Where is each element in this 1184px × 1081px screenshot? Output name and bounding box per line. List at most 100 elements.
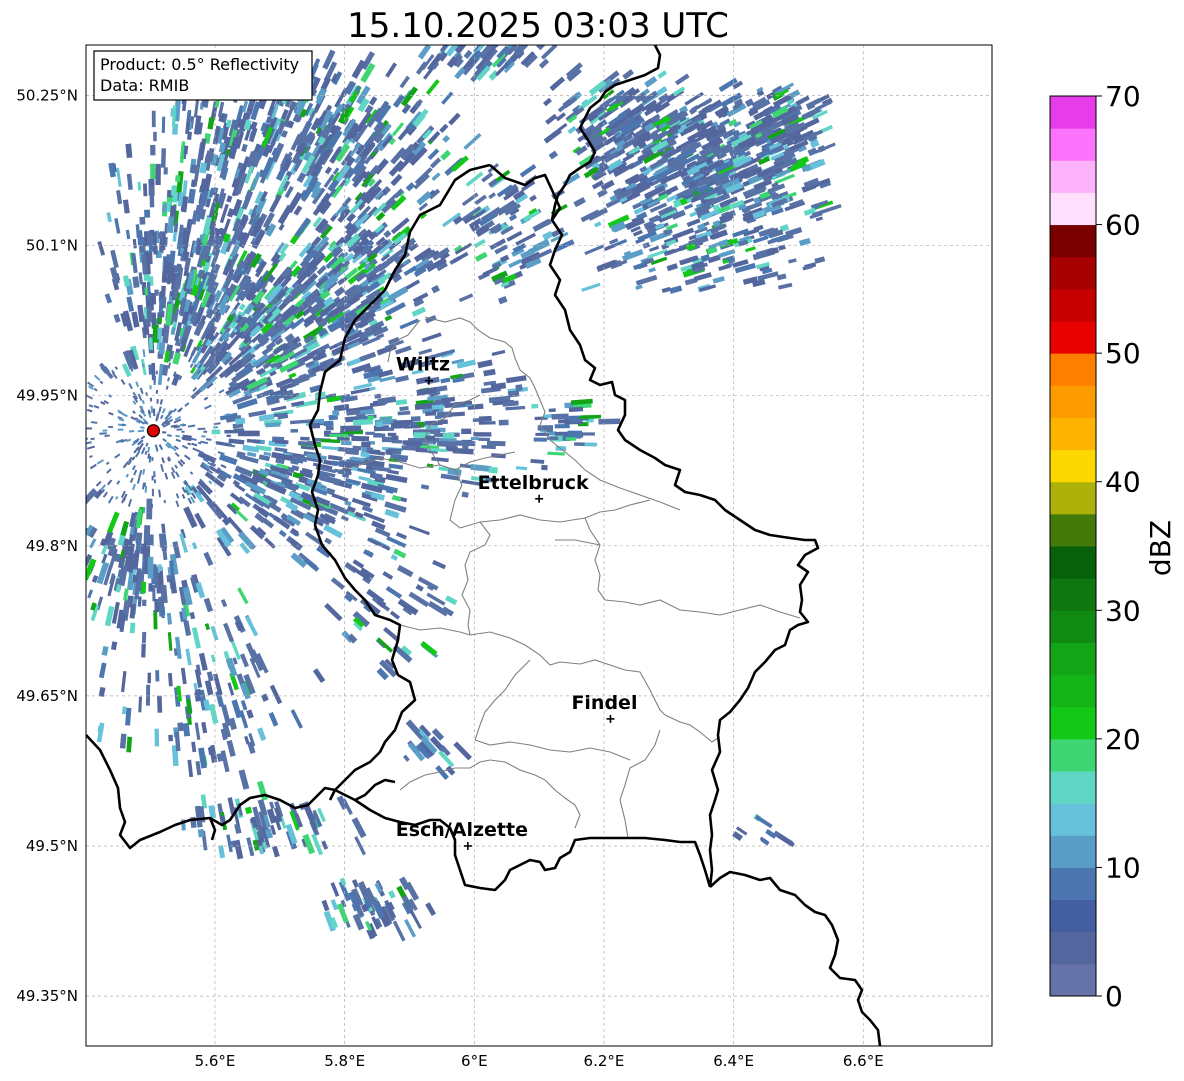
echo-cell [515,384,523,392]
echo-cell [213,426,219,429]
colorbar-tick-label: 0 [1105,980,1123,1013]
colorbar-segment [1050,385,1096,418]
colorbar-segment [1050,353,1096,386]
echo-cell [551,413,569,420]
echo-cell [352,445,362,451]
echo-cell [332,409,340,417]
lon-tick-label: 6.4°E [713,1052,754,1070]
echo-cell [79,431,83,433]
echo-cell [437,440,458,448]
echo-cell [158,232,163,239]
lon-tick-label: 6.6°E [843,1052,884,1070]
echo-cell [461,428,472,435]
echo-cell [129,622,136,634]
colorbar-tick-label: 10 [1105,851,1141,884]
echo-cell [323,420,334,427]
lat-tick-label: 49.35°N [16,987,78,1005]
echo-cell [367,415,374,420]
echo-cell [144,209,151,218]
echo-cell [77,405,84,409]
echo-cell [150,144,156,156]
echo-cell [402,440,423,446]
echo-cell [533,437,547,442]
echo-cell [381,436,392,443]
echo-cell [146,251,153,265]
echo-cell [158,316,163,324]
echo-cell [478,421,496,425]
echo-cell [498,419,509,426]
echo-cell [203,430,208,433]
colorbar-segment [1050,578,1096,611]
echo-cell [565,437,577,441]
echo-cell [141,631,147,644]
colorbar-segment [1050,963,1096,997]
echo-cell [128,430,135,433]
echo-cell [177,722,184,732]
colorbar-segment [1050,449,1096,483]
colorbar-tick-label: 50 [1105,337,1141,370]
info-product: Product: 0.5° Reflectivity [100,55,299,74]
echo-cell [377,451,386,456]
echo-cell [132,574,139,583]
colorbar-tick-label: 70 [1105,80,1141,113]
echo-cell [153,471,156,478]
echo-cell [455,440,476,447]
colorbar-segment [1050,867,1096,901]
lon-tick-label: 5.8°E [324,1052,365,1070]
echo-cell [159,606,166,616]
echo-cell [146,498,153,520]
colorbar-segment [1050,803,1096,836]
city-label: Findel [571,692,637,714]
echo-cell [154,598,160,613]
echo-cell [361,441,371,448]
echo-cell [153,409,156,417]
echo-cell [141,643,146,658]
colorbar-segment [1050,417,1096,451]
echo-cell [154,289,159,296]
echo-cell [142,183,148,197]
echo-cell [161,543,167,551]
echo-cell [151,475,154,481]
echo-cell [373,433,386,438]
lon-tick-label: 6.2°E [584,1052,625,1070]
echo-cell [226,434,231,438]
echo-cell [161,116,166,133]
echo-cell [137,181,142,191]
echo-cell [486,440,506,447]
echo-cell [145,684,151,706]
colorbar: 0 10 20 30 40 50 60 70 [1049,80,1141,1013]
colorbar-tick-label: 60 [1105,209,1141,242]
echo-cell [162,204,167,213]
lon-tick-label: 6°E [461,1052,488,1070]
echo-cell [531,403,539,409]
colorbar-segment [1050,128,1096,161]
echo-cell [153,131,157,142]
echo-cell [157,695,163,713]
echo-cell [102,429,108,432]
echo-cell [147,556,154,579]
echo-cell [365,431,375,435]
echo-cell [568,406,584,412]
echo-cell [149,385,152,390]
colorbar-tick-label: 40 [1105,466,1141,499]
echo-cell [224,429,242,434]
echo-cell [340,440,352,446]
echo-cell [150,163,156,180]
echo-cell [170,185,177,196]
echo-cell [442,432,455,439]
echo-cell [150,503,153,509]
echo-cell [425,411,437,417]
echo-cell [168,734,174,742]
echo-cell [155,163,161,186]
echo-cell [149,534,154,546]
echo-cell [567,430,583,436]
echo-cell [163,167,168,175]
echo-cell [478,437,491,442]
colorbar-segment [1050,546,1096,579]
echo-cell [290,428,298,433]
echo-cell [376,421,383,428]
colorbar-tick-label: 20 [1105,723,1141,756]
lat-tick-label: 50.25°N [16,86,78,104]
echo-cell [155,370,158,375]
colorbar-segment [1050,771,1096,804]
